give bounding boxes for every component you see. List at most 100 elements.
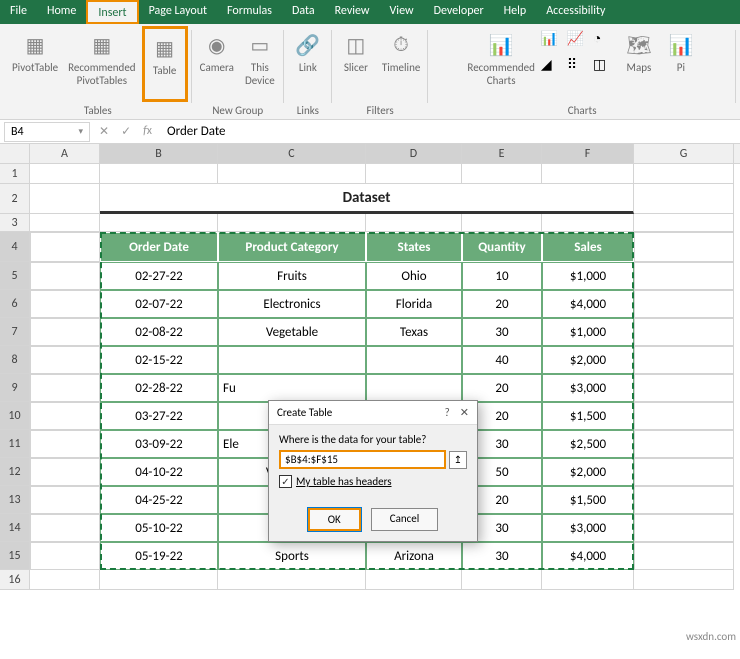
- data-cell[interactable]: 04-10-22: [100, 458, 218, 486]
- link-button[interactable]: 🔗Link: [288, 26, 328, 102]
- formula-bar[interactable]: Order Date: [161, 122, 740, 141]
- row-header[interactable]: 5: [0, 262, 30, 290]
- data-cell[interactable]: $2,000: [542, 458, 634, 486]
- data-cell[interactable]: 20: [462, 374, 542, 402]
- data-cell[interactable]: Fruits: [218, 262, 366, 290]
- data-cell[interactable]: 30: [462, 318, 542, 346]
- data-cell[interactable]: 03-09-22: [100, 430, 218, 458]
- chart-line-icon[interactable]: 📈: [567, 30, 591, 54]
- row-header[interactable]: 7: [0, 318, 30, 346]
- cancel-formula-icon[interactable]: ✕: [94, 124, 114, 139]
- data-cell[interactable]: Florida: [366, 290, 462, 318]
- camera-button[interactable]: ◉Camera: [196, 26, 238, 102]
- data-cell[interactable]: 05-10-22: [100, 514, 218, 542]
- data-cell[interactable]: $1,500: [542, 402, 634, 430]
- row-header[interactable]: 11: [0, 430, 30, 458]
- data-cell[interactable]: 05-19-22: [100, 542, 218, 570]
- table-button[interactable]: ▦Table: [142, 26, 188, 102]
- slicer-button[interactable]: ◫Slicer: [336, 26, 376, 102]
- data-cell[interactable]: [218, 346, 366, 374]
- header-cell[interactable]: Product Category: [218, 232, 366, 262]
- data-cell[interactable]: 03-27-22: [100, 402, 218, 430]
- data-cell[interactable]: 02-15-22: [100, 346, 218, 374]
- data-cell[interactable]: Texas: [366, 318, 462, 346]
- data-cell[interactable]: Fu: [218, 374, 366, 402]
- menu-home[interactable]: Home: [37, 0, 86, 24]
- pivottable-button[interactable]: ▦PivotTable: [8, 26, 62, 102]
- chart-column-icon[interactable]: 📊: [541, 30, 565, 54]
- data-cell[interactable]: Arizona: [366, 542, 462, 570]
- enter-formula-icon[interactable]: ✓: [116, 124, 136, 139]
- row-header[interactable]: 14: [0, 514, 30, 542]
- row-header[interactable]: 15: [0, 542, 30, 570]
- row-header[interactable]: 2: [0, 184, 30, 214]
- menu-data[interactable]: Data: [282, 0, 325, 24]
- row-header[interactable]: 16: [0, 570, 30, 590]
- col-header[interactable]: A: [30, 144, 100, 163]
- col-header[interactable]: B: [100, 144, 218, 163]
- chart-scatter-icon[interactable]: ⠿: [567, 56, 591, 80]
- fx-icon[interactable]: fx: [138, 124, 157, 139]
- help-icon[interactable]: ?: [445, 406, 450, 419]
- data-cell[interactable]: Electronics: [218, 290, 366, 318]
- recommended-pivottables-button[interactable]: ▦Recommended PivotTables: [64, 26, 139, 102]
- menu-view[interactable]: View: [380, 0, 424, 24]
- headers-checkbox[interactable]: ✓: [279, 475, 292, 488]
- header-cell[interactable]: Order Date: [100, 232, 218, 262]
- data-cell[interactable]: 02-08-22: [100, 318, 218, 346]
- recommended-charts-button[interactable]: 📊Recommended Charts: [463, 26, 538, 102]
- row-header[interactable]: 8: [0, 346, 30, 374]
- data-cell[interactable]: Vegetable: [218, 318, 366, 346]
- data-cell[interactable]: 20: [462, 290, 542, 318]
- menu-file[interactable]: File: [0, 0, 37, 24]
- row-header[interactable]: 10: [0, 402, 30, 430]
- menu-accessibility[interactable]: Accessibility: [536, 0, 615, 24]
- name-box[interactable]: B4▾: [4, 122, 90, 142]
- pivotchart-button[interactable]: 📊Pi: [661, 26, 701, 102]
- maps-button[interactable]: 🗺Maps: [619, 26, 659, 102]
- data-cell[interactable]: 02-07-22: [100, 290, 218, 318]
- row-header[interactable]: 12: [0, 458, 30, 486]
- data-cell[interactable]: 40: [462, 346, 542, 374]
- data-cell[interactable]: 04-25-22: [100, 486, 218, 514]
- menu-insert[interactable]: Insert: [86, 0, 138, 24]
- data-cell[interactable]: $4,000: [542, 542, 634, 570]
- data-cell[interactable]: $1,500: [542, 486, 634, 514]
- col-header[interactable]: F: [542, 144, 634, 163]
- col-header[interactable]: D: [366, 144, 462, 163]
- menu-formulas[interactable]: Formulas: [217, 0, 282, 24]
- row-header[interactable]: 3: [0, 214, 30, 232]
- data-cell[interactable]: 30: [462, 542, 542, 570]
- col-header[interactable]: E: [462, 144, 542, 163]
- data-cell[interactable]: 02-27-22: [100, 262, 218, 290]
- data-cell[interactable]: [366, 374, 462, 402]
- cancel-button[interactable]: Cancel: [371, 508, 439, 531]
- ok-button[interactable]: OK: [308, 508, 361, 531]
- data-cell[interactable]: $4,000: [542, 290, 634, 318]
- row-header[interactable]: 1: [0, 164, 30, 184]
- select-all-corner[interactable]: [0, 144, 30, 163]
- collapse-dialog-icon[interactable]: ↥: [449, 451, 467, 469]
- row-header[interactable]: 6: [0, 290, 30, 318]
- data-cell[interactable]: $2,500: [542, 430, 634, 458]
- header-cell[interactable]: States: [366, 232, 462, 262]
- checkbox-label[interactable]: My table has headers: [296, 475, 392, 488]
- menu-developer[interactable]: Developer: [424, 0, 494, 24]
- this-device-button[interactable]: ▭This Device: [240, 26, 280, 102]
- row-header[interactable]: 13: [0, 486, 30, 514]
- data-cell[interactable]: $1,000: [542, 318, 634, 346]
- header-cell[interactable]: Sales: [542, 232, 634, 262]
- timeline-button[interactable]: ⏱Timeline: [378, 26, 424, 102]
- range-input[interactable]: $B$4:$F$15: [279, 450, 446, 469]
- data-cell[interactable]: [366, 346, 462, 374]
- data-cell[interactable]: $2,000: [542, 346, 634, 374]
- col-header[interactable]: G: [634, 144, 734, 163]
- menu-review[interactable]: Review: [325, 0, 380, 24]
- data-cell[interactable]: $3,000: [542, 374, 634, 402]
- data-cell[interactable]: $3,000: [542, 514, 634, 542]
- menu-help[interactable]: Help: [494, 0, 537, 24]
- chart-combo-icon[interactable]: ◫: [593, 56, 617, 80]
- data-cell[interactable]: 10: [462, 262, 542, 290]
- close-icon[interactable]: ✕: [460, 406, 469, 419]
- chevron-down-icon[interactable]: ▾: [78, 126, 83, 137]
